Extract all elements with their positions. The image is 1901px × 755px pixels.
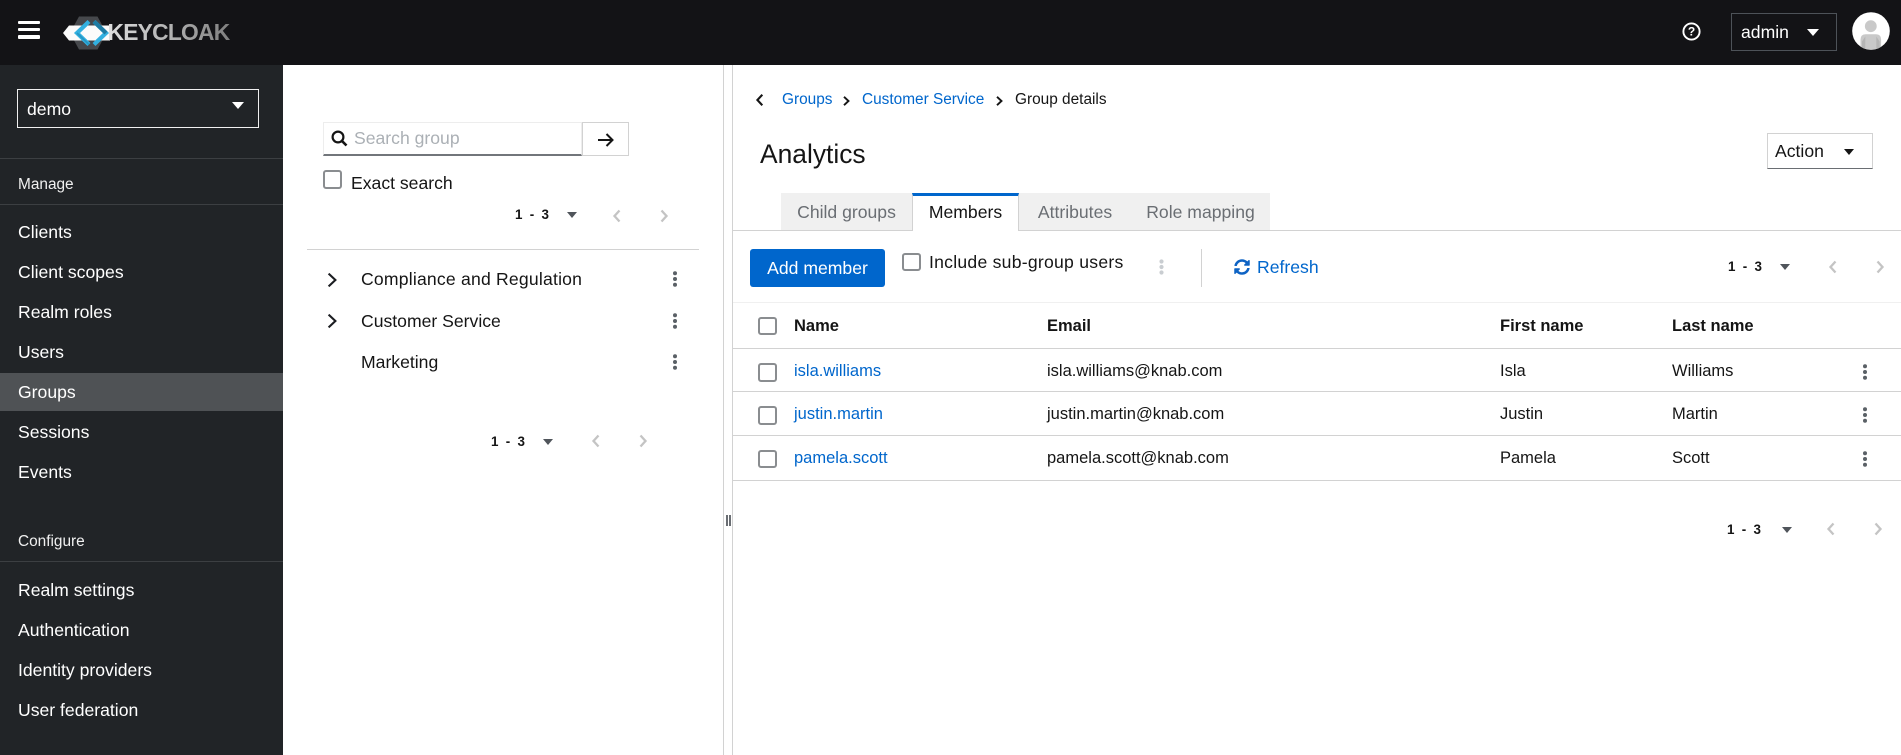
svg-text:KEYCLOAK: KEYCLOAK <box>108 19 231 45</box>
svg-text:?: ? <box>1688 25 1695 39</box>
